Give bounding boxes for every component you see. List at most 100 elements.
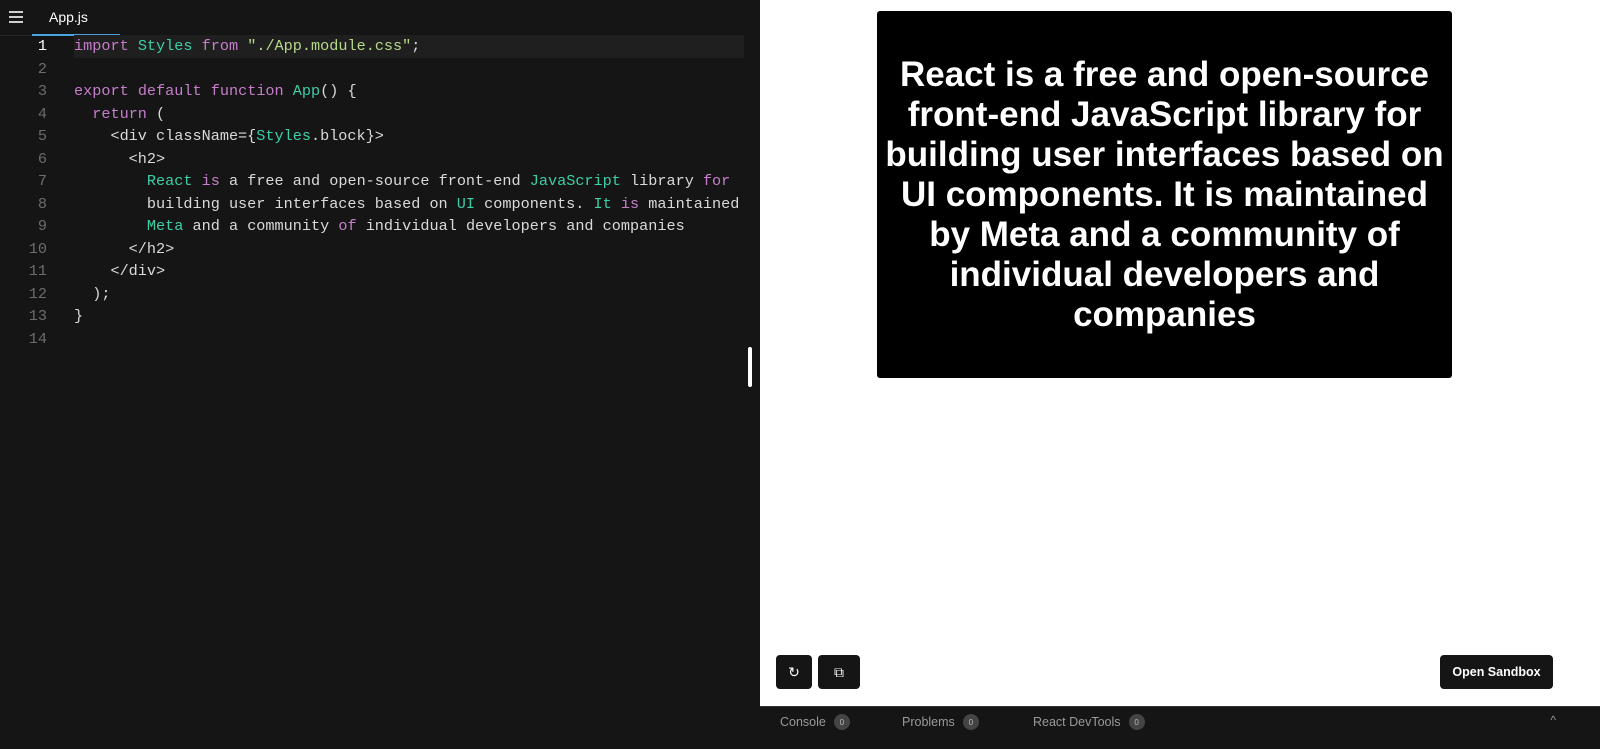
tab-app-js[interactable]: App.js bbox=[32, 0, 120, 36]
preview-scrollbar bbox=[1568, 0, 1600, 706]
code-line[interactable]: 11 </div>​ bbox=[0, 260, 744, 283]
line-number: 14 bbox=[28, 329, 47, 348]
refresh-button[interactable]: ↻ bbox=[776, 655, 812, 689]
code-token: and a community bbox=[183, 217, 339, 235]
code-line[interactable]: 13 }​ bbox=[0, 305, 744, 328]
code-line[interactable]: 12 );​ bbox=[0, 283, 744, 306]
code-token: is bbox=[620, 194, 640, 213]
line-source: React is a free and open-source front-en… bbox=[74, 170, 744, 193]
code-token: Styles bbox=[137, 37, 193, 55]
code-token: library bbox=[620, 172, 703, 190]
code-token: Styles bbox=[256, 127, 311, 145]
code-token: building user interfaces based on bbox=[74, 194, 457, 213]
count-badge: 0 bbox=[962, 714, 979, 730]
code-token: App bbox=[292, 82, 321, 100]
code-token: } bbox=[74, 307, 84, 325]
tab-problems[interactable]: Problems 0 bbox=[902, 714, 979, 730]
line-number: 13 bbox=[28, 307, 47, 325]
chevron-up-icon[interactable]: ^ bbox=[1550, 713, 1556, 727]
code-area[interactable]: 1 import Styles from "./App.module.css";​… bbox=[0, 35, 767, 351]
code-token: of bbox=[338, 217, 357, 235]
external-link-icon: ⧉ bbox=[834, 663, 844, 680]
code-token: individual developers and companies bbox=[356, 217, 685, 235]
line-source: Meta and a community of individual devel… bbox=[74, 215, 744, 238]
code-line[interactable]: 4 return (​ bbox=[0, 103, 744, 126]
code-line[interactable]: 10 </h2>​ bbox=[0, 238, 744, 261]
line-number: 2 bbox=[37, 59, 47, 78]
code-token: </h2> bbox=[74, 239, 175, 258]
line-source: return (​ bbox=[74, 103, 744, 126]
line-number: 1 bbox=[37, 37, 47, 55]
line-source: <h2>​ bbox=[74, 148, 744, 171]
code-token: ; bbox=[411, 37, 421, 55]
code-token: </div> bbox=[74, 262, 166, 280]
line-number: 5 bbox=[37, 127, 47, 145]
code-line[interactable]: 3 export default function App() {​ bbox=[0, 80, 744, 103]
refresh-icon: ↻ bbox=[788, 663, 800, 680]
code-token: a free and open-source front-end bbox=[219, 172, 530, 190]
code-line[interactable]: 9 Meta and a community of individual dev… bbox=[0, 215, 744, 238]
line-number: 8 bbox=[37, 194, 47, 213]
line-number: 11 bbox=[28, 262, 47, 280]
code-token: default bbox=[137, 82, 202, 100]
line-source: building user interfaces based on UI com… bbox=[74, 193, 767, 216]
code-token: It bbox=[593, 194, 612, 213]
line-source: import Styles from "./App.module.css";​ bbox=[74, 35, 744, 58]
code-token: export bbox=[74, 82, 129, 100]
tab-console[interactable]: Console 0 bbox=[780, 714, 850, 730]
code-token: "./App.module.css" bbox=[247, 37, 412, 55]
code-line[interactable]: 8 building user interfaces based on UI c… bbox=[0, 193, 767, 216]
code-line[interactable]: 5 <div className={Styles.block}>​ bbox=[0, 125, 744, 148]
bottom-panel-bar: Console 0 Problems 0 React DevTools 0 ^ bbox=[760, 706, 1600, 749]
line-source: ​ bbox=[74, 328, 744, 351]
line-number: 12 bbox=[28, 284, 47, 303]
count-badge: 0 bbox=[833, 714, 850, 730]
code-token: import bbox=[74, 37, 129, 55]
code-token: for bbox=[702, 172, 731, 190]
line-number: 7 bbox=[37, 172, 47, 190]
code-token: is bbox=[201, 172, 220, 190]
line-number: 3 bbox=[37, 82, 47, 100]
code-line[interactable]: 1 import Styles from "./App.module.css";​ bbox=[0, 35, 744, 58]
preview-heading: React is a free and open-source front-en… bbox=[885, 54, 1444, 334]
tab-label: Problems bbox=[902, 715, 955, 729]
line-number: 4 bbox=[37, 104, 47, 123]
line-source: }​ bbox=[74, 305, 744, 328]
line-source: </h2>​ bbox=[74, 238, 744, 261]
line-source: ​ bbox=[74, 58, 744, 81]
code-token: JavaScript bbox=[529, 172, 621, 190]
split-divider bbox=[744, 0, 760, 749]
editor-tab-bar: App.js bbox=[0, 0, 744, 36]
code-token: ( bbox=[146, 104, 166, 123]
code-token: React bbox=[146, 172, 193, 190]
code-line[interactable]: 2​ bbox=[0, 58, 744, 81]
code-token: <h2> bbox=[74, 149, 166, 168]
line-number: 9 bbox=[37, 217, 47, 235]
tab-label: React DevTools bbox=[1033, 715, 1121, 729]
tab-react-devtools[interactable]: React DevTools 0 bbox=[1033, 714, 1145, 730]
line-source: export default function App() {​ bbox=[74, 80, 744, 103]
open-new-window-button[interactable]: ⧉ bbox=[818, 655, 860, 689]
resize-handle[interactable] bbox=[748, 347, 752, 387]
code-line[interactable]: 6 <h2>​ bbox=[0, 148, 744, 171]
code-token: () { bbox=[320, 82, 357, 100]
code-line[interactable]: 7 React is a free and open-source front-… bbox=[0, 170, 744, 193]
code-line[interactable]: 14 ​ bbox=[0, 328, 744, 351]
preview-pane: React is a free and open-source front-en… bbox=[760, 0, 1568, 706]
code-token: function bbox=[210, 82, 284, 100]
menu-icon[interactable] bbox=[9, 11, 23, 23]
preview-block: React is a free and open-source front-en… bbox=[877, 11, 1452, 378]
code-token: <div className={ bbox=[74, 127, 257, 145]
open-sandbox-button[interactable]: Open Sandbox bbox=[1440, 655, 1553, 689]
line-source: <div className={Styles.block}>​ bbox=[74, 125, 744, 148]
